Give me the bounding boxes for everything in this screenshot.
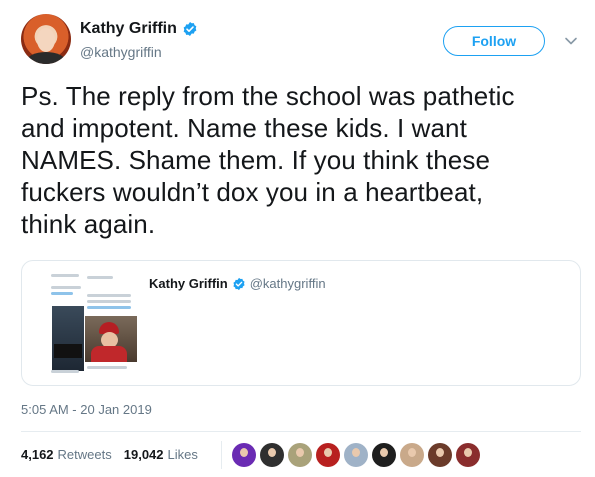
likes-stat[interactable]: 19,042 Likes	[124, 447, 198, 462]
quoted-tweet-author[interactable]: Kathy Griffin @kathygriffin	[149, 276, 326, 291]
thumb-text-line	[87, 276, 113, 279]
author-handle[interactable]: @kathygriffin	[80, 44, 162, 60]
liker-avatar-face	[436, 448, 444, 457]
thumb-photo-student	[85, 316, 137, 362]
thumb-text-line	[51, 370, 79, 373]
liker-avatar-face	[324, 448, 332, 457]
follow-button[interactable]: Follow	[443, 26, 545, 56]
thumb-sign	[54, 344, 82, 358]
author-name-row[interactable]: Kathy Griffin	[80, 20, 198, 38]
thumb-text-line	[51, 286, 81, 289]
liker-avatar-face	[296, 448, 304, 457]
thumb-body	[91, 346, 127, 362]
liker-avatar-face	[380, 448, 388, 457]
quoted-tweet-thumbnail[interactable]	[29, 270, 137, 376]
stats-separator	[221, 441, 222, 469]
author-display-name[interactable]: Kathy Griffin	[80, 20, 177, 38]
liker-avatar[interactable]	[232, 443, 256, 467]
likes-label: Likes	[167, 447, 198, 462]
author-avatar[interactable]	[21, 14, 71, 64]
retweets-label: Retweets	[57, 447, 112, 462]
verified-badge-icon	[183, 22, 197, 36]
thumb-link-line	[51, 292, 73, 295]
liker-avatar[interactable]	[316, 443, 340, 467]
chevron-down-icon[interactable]	[564, 34, 578, 48]
tweet-text: Ps. The reply from the school was pathet…	[21, 81, 515, 239]
liker-avatar-face	[240, 448, 248, 457]
liker-avatar-face	[268, 448, 276, 457]
liker-avatar-face	[408, 448, 416, 457]
liker-avatar[interactable]	[288, 443, 312, 467]
verified-badge-icon	[233, 277, 245, 290]
liker-avatar[interactable]	[400, 443, 424, 467]
liker-avatar[interactable]	[456, 443, 480, 467]
thumb-text-line	[51, 274, 79, 277]
tweet-timestamp[interactable]: 5:05 AM - 20 Jan 2019	[21, 402, 152, 417]
likes-count: 19,042	[123, 447, 164, 462]
quoted-display-name[interactable]: Kathy Griffin	[149, 276, 228, 291]
liker-avatars	[232, 443, 484, 467]
quoted-handle[interactable]: @kathygriffin	[250, 276, 326, 291]
thumb-text-line	[87, 300, 131, 303]
thumb-link-line	[87, 306, 131, 309]
liker-avatar[interactable]	[344, 443, 368, 467]
thumb-text-line	[87, 366, 127, 369]
thumb-photo-protest	[52, 306, 84, 371]
liker-avatar-face	[352, 448, 360, 457]
tweet-stats: 4,162 Retweets 19,042 Likes	[21, 447, 198, 462]
retweets-count: 4,162	[21, 447, 54, 462]
avatar-shirt	[26, 52, 66, 64]
tweet-card: Kathy Griffin @kathygriffin Follow Ps. T…	[0, 0, 595, 477]
avatar-face	[37, 28, 55, 52]
retweets-stat[interactable]: 4,162 Retweets	[21, 447, 112, 462]
liker-avatar[interactable]	[428, 443, 452, 467]
thumb-text-line	[87, 294, 131, 297]
liker-avatar-face	[464, 448, 472, 457]
liker-avatar[interactable]	[372, 443, 396, 467]
liker-avatar[interactable]	[260, 443, 284, 467]
divider	[21, 431, 581, 432]
